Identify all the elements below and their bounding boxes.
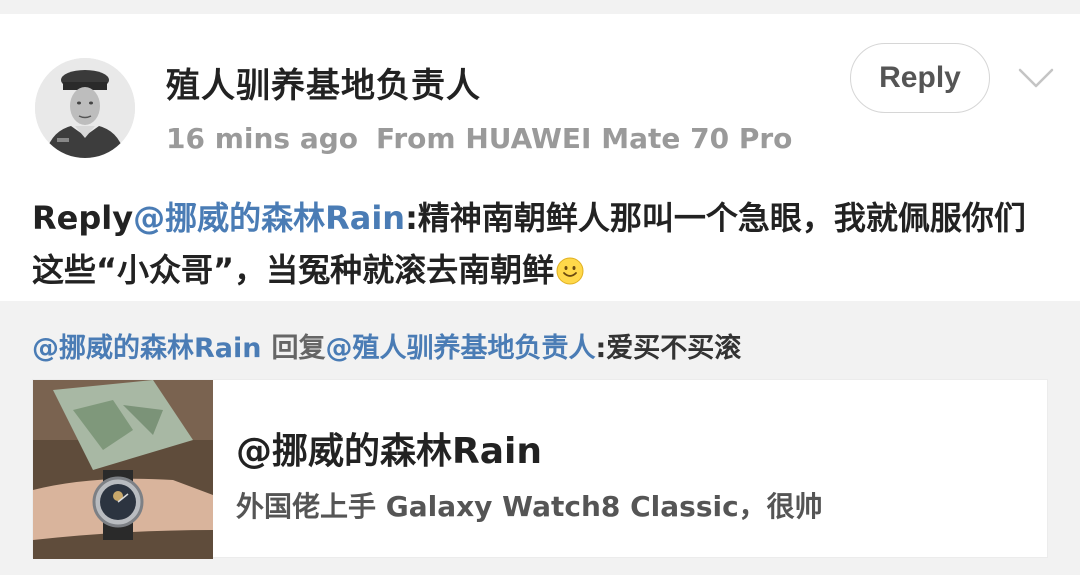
avatar-portrait-image (35, 58, 135, 158)
quote-mention-from[interactable]: @挪威的森林Rain (32, 333, 262, 364)
watch-photo-image (33, 380, 213, 559)
reply-word: 回复 (271, 333, 326, 364)
avatar[interactable] (35, 58, 135, 158)
post-meta: 16 mins ago From HUAWEI Mate 70 Pro (166, 122, 792, 155)
comment-card: 殖人驯养基地负责人 16 mins ago From HUAWEI Mate 70… (0, 14, 1080, 301)
link-preview-card[interactable]: @挪威的森林Rain 外国佬上手 Galaxy Watch8 Classic，很… (32, 379, 1048, 559)
preview-thumbnail (33, 380, 213, 559)
source-device: From HUAWEI Mate 70 Pro (376, 122, 793, 155)
link-description: 外国佬上手 Galaxy Watch8 Classic，很帅 (236, 490, 823, 523)
quote-mention-to[interactable]: @殖人驯养基地负责人 (326, 333, 596, 364)
link-title[interactable]: @挪威的森林Rain (236, 422, 542, 474)
mention-link[interactable]: @挪威的森林Rain (133, 199, 405, 237)
author-name[interactable]: 殖人驯养基地负责人 (166, 58, 481, 107)
quote-text: :爱买不买滚 (595, 333, 742, 364)
chevron-down-icon[interactable] (1018, 60, 1054, 96)
timestamp: 16 mins ago (166, 122, 359, 155)
smile-emoji-icon (556, 257, 584, 285)
reply-button[interactable]: Reply (850, 43, 990, 113)
reply-prefix: Reply (32, 199, 134, 237)
quoted-reply: @挪威的森林Rain 回复@殖人驯养基地负责人:爱买不买滚 (32, 326, 741, 365)
comment-body: Reply@挪威的森林Rain:精神南朝鲜人那叫一个急眼，我就佩服你们这些“小众… (32, 192, 1052, 296)
